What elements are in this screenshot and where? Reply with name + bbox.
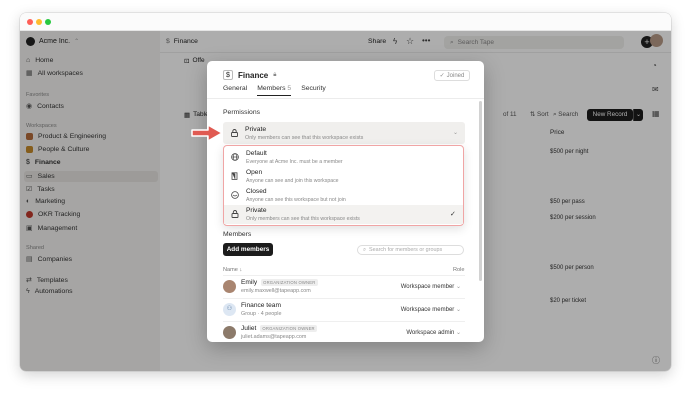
option-desc: Anyone can see this workspace but not jo… [246, 197, 346, 203]
member-name-text: Emily [241, 279, 258, 286]
check-icon: ✓ [439, 73, 445, 79]
joined-label: Joined [446, 72, 465, 79]
member-row[interactable]: Emily ORGANIZATION OWNER emily.maxwell@ta… [223, 275, 465, 297]
option-desc: Only members can see that this workspace… [246, 216, 360, 222]
door-open-icon [231, 172, 238, 180]
dollar-icon: $ [223, 70, 233, 80]
chevron-down-icon: ⌄ [455, 284, 461, 290]
member-role-select[interactable]: Workspace admin ⌄ [406, 329, 461, 336]
modal-scrollbar[interactable] [479, 101, 482, 281]
name-column-label: Name [223, 267, 238, 273]
search-icon: ⌕ [363, 246, 367, 253]
permission-option-closed[interactable]: Closed Anyone can see this workspace but… [224, 186, 463, 205]
permissions-label: Permissions [223, 109, 261, 116]
lock-icon: 🔒︎ [273, 71, 277, 78]
role-column-header: Role [453, 267, 465, 273]
members-search-input[interactable]: ⌕ Search for members or groups [357, 245, 464, 255]
member-email: emily.maxwell@tapeapp.com [241, 288, 311, 294]
member-row[interactable]: Juliet ORGANIZATION OWNER juliet.adams@ta… [223, 321, 465, 342]
tab-members-label: Members [257, 85, 286, 92]
member-role-label: Workspace member [400, 284, 455, 290]
chevron-down-icon: ⌄ [453, 130, 459, 136]
member-sub: Group · 4 people [241, 311, 282, 317]
permission-select-desc: Only members can see that this workspace… [245, 135, 364, 141]
permission-option-open[interactable]: Open Anyone can see and join this worksp… [224, 167, 463, 186]
member-row[interactable]: ⚇ Finance team Group · 4 people Workspac… [223, 298, 465, 320]
globe-icon [231, 153, 239, 161]
member-name: Emily ORGANIZATION OWNER [241, 279, 318, 286]
name-column-header[interactable]: Name ↓ [223, 267, 242, 273]
arrow-down-icon: ↓ [239, 267, 243, 273]
option-desc: Anyone can see and join this workspace [246, 178, 339, 184]
tab-members[interactable]: Members 5 [257, 85, 292, 96]
permission-option-default[interactable]: Default Everyone at Acme Inc. must be a … [224, 148, 463, 167]
chevron-down-icon: ⌄ [455, 307, 461, 313]
permission-select-title: Private [245, 126, 267, 133]
permission-select[interactable]: Private Only members can see that this w… [223, 122, 465, 144]
member-email: juliet.adams@tapeapp.com [241, 334, 307, 340]
chevron-down-icon: ⌄ [455, 330, 461, 336]
option-title: Default [246, 150, 267, 157]
option-title: Open [246, 169, 263, 176]
modal-title: $ Finance 🔒︎ [223, 70, 276, 80]
members-count: 5 [287, 85, 292, 92]
avatar [223, 280, 236, 293]
modal-title-text: Finance [238, 70, 269, 80]
lock-icon [231, 129, 238, 137]
avatar [223, 326, 236, 339]
permission-option-private[interactable]: Private Only members can see that this w… [224, 205, 463, 224]
option-desc: Everyone at Acme Inc. must be a member [246, 159, 343, 165]
check-icon: ✓ [450, 211, 456, 218]
member-name-text: Juliet [241, 325, 257, 332]
title-bar [20, 13, 671, 31]
member-role-select[interactable]: Workspace member ⌄ [401, 306, 461, 313]
tab-divider [207, 98, 484, 99]
minimize-window-button[interactable] [36, 19, 42, 25]
zoom-window-button[interactable] [45, 19, 51, 25]
permission-dropdown: Default Everyone at Acme Inc. must be a … [223, 145, 464, 226]
member-name: Finance team [241, 302, 281, 309]
joined-button[interactable]: ✓ Joined [434, 70, 470, 81]
tab-security[interactable]: Security [301, 85, 326, 96]
member-role-label: Workspace member [400, 307, 455, 313]
member-role-select[interactable]: Workspace member ⌄ [401, 283, 461, 290]
eye-closed-icon [231, 191, 239, 199]
option-title: Private [246, 207, 267, 214]
modal-tabs: General Members 5 Security [223, 85, 326, 96]
members-label: Members [223, 231, 252, 238]
option-title: Closed [246, 188, 267, 195]
members-search-placeholder: Search for members or groups [369, 247, 443, 253]
add-members-button[interactable]: Add members [223, 243, 273, 256]
member-name-text: Finance team [241, 302, 281, 309]
group-icon: ⚇ [223, 303, 236, 316]
close-window-button[interactable] [27, 19, 33, 25]
role-badge: ORGANIZATION OWNER [261, 279, 318, 286]
member-name: Juliet ORGANIZATION OWNER [241, 325, 317, 332]
tab-general[interactable]: General [223, 85, 247, 96]
lock-icon [231, 210, 239, 218]
member-role-label: Workspace admin [406, 330, 455, 336]
annotation-arrow-icon [191, 124, 223, 142]
role-badge: ORGANIZATION OWNER [260, 325, 317, 332]
